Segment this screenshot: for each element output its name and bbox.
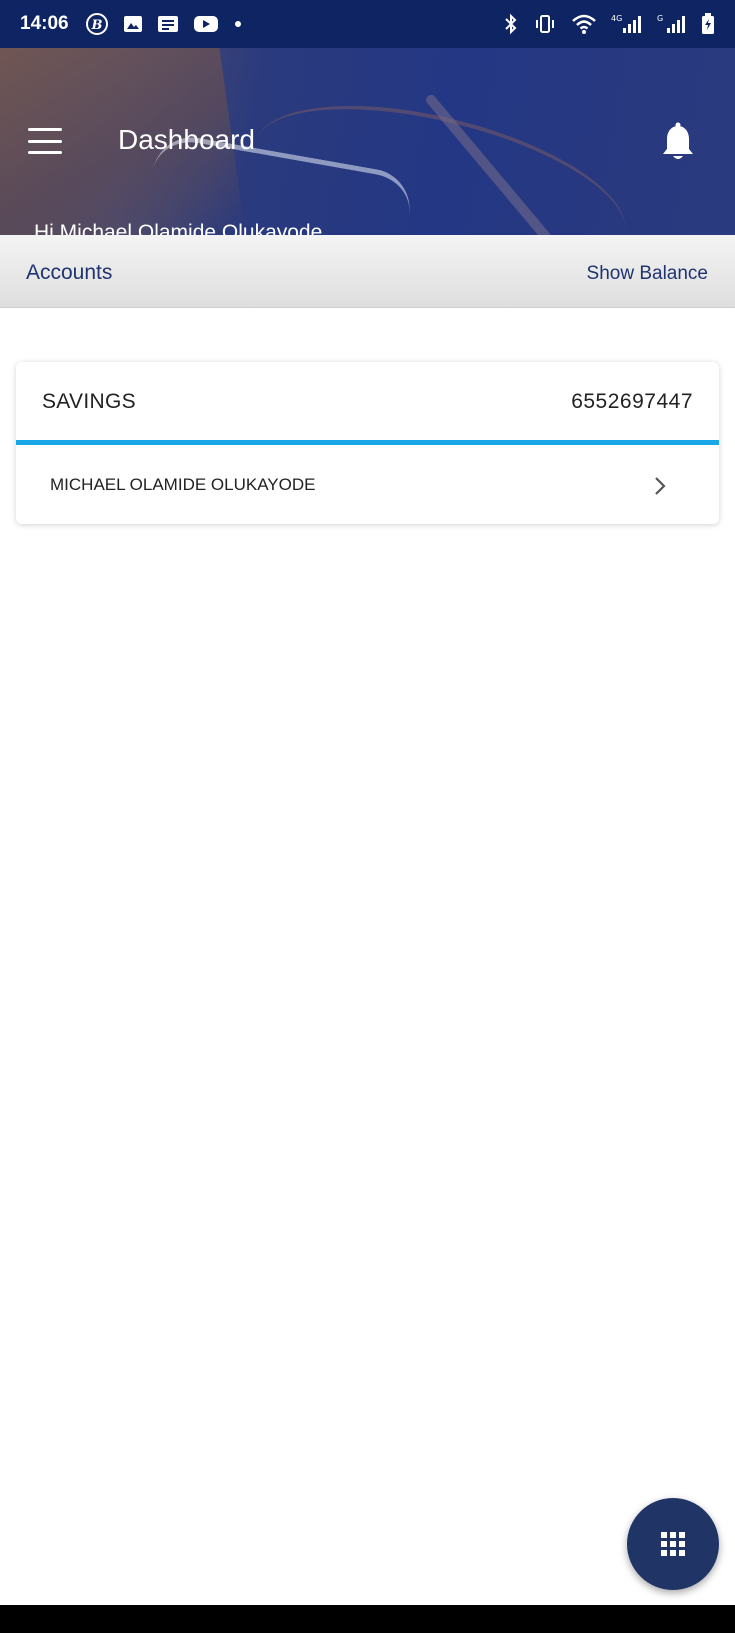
dashboard-header: Dashboard Hi Michael Olamide Olukayode (0, 48, 735, 235)
greeting-text: Hi Michael Olamide Olukayode (34, 221, 323, 235)
account-details-row[interactable]: MICHAEL OLAMIDE OLUKAYODE (16, 445, 719, 524)
bluetooth-icon (503, 13, 519, 35)
battery-charging-icon (701, 13, 715, 35)
account-number: 6552697447 (571, 390, 693, 413)
account-type: SAVINGS (42, 390, 136, 413)
system-navigation-bar (0, 1605, 735, 1633)
wifi-icon (571, 13, 597, 35)
show-balance-link[interactable]: Show Balance (587, 263, 708, 285)
accounts-section-header: Accounts Show Balance (0, 235, 735, 308)
account-card: SAVINGS 6552697447 MICHAEL OLAMIDE OLUKA… (16, 362, 719, 524)
page-title: Dashboard (118, 124, 255, 155)
status-system-icons: 4G G (503, 13, 715, 35)
signal-4g-icon: 4G (611, 13, 643, 35)
account-card-header: SAVINGS 6552697447 (16, 362, 719, 440)
quick-menu-fab[interactable] (627, 1498, 719, 1590)
network-label-g: G (657, 14, 663, 23)
account-holder-name: MICHAEL OLAMIDE OLUKAYODE (50, 475, 316, 494)
b-circle-icon: B (85, 12, 109, 36)
apps-grid-icon (661, 1532, 685, 1556)
status-bar: 14:06 B 4G G (0, 0, 735, 48)
vibrate-icon (533, 14, 557, 34)
chevron-right-icon (655, 477, 666, 495)
status-notification-icons: B (85, 12, 243, 36)
svg-text:B: B (90, 18, 102, 33)
news-icon (157, 14, 179, 34)
dot-icon (233, 19, 243, 29)
status-time: 14:06 (20, 13, 69, 34)
youtube-icon (193, 14, 219, 34)
image-icon (123, 14, 143, 34)
hamburger-menu-icon[interactable] (28, 128, 62, 154)
accounts-title: Accounts (26, 261, 113, 284)
bell-icon[interactable] (660, 122, 696, 166)
network-label-4g: 4G (611, 14, 622, 23)
signal-icon: G (657, 13, 687, 35)
